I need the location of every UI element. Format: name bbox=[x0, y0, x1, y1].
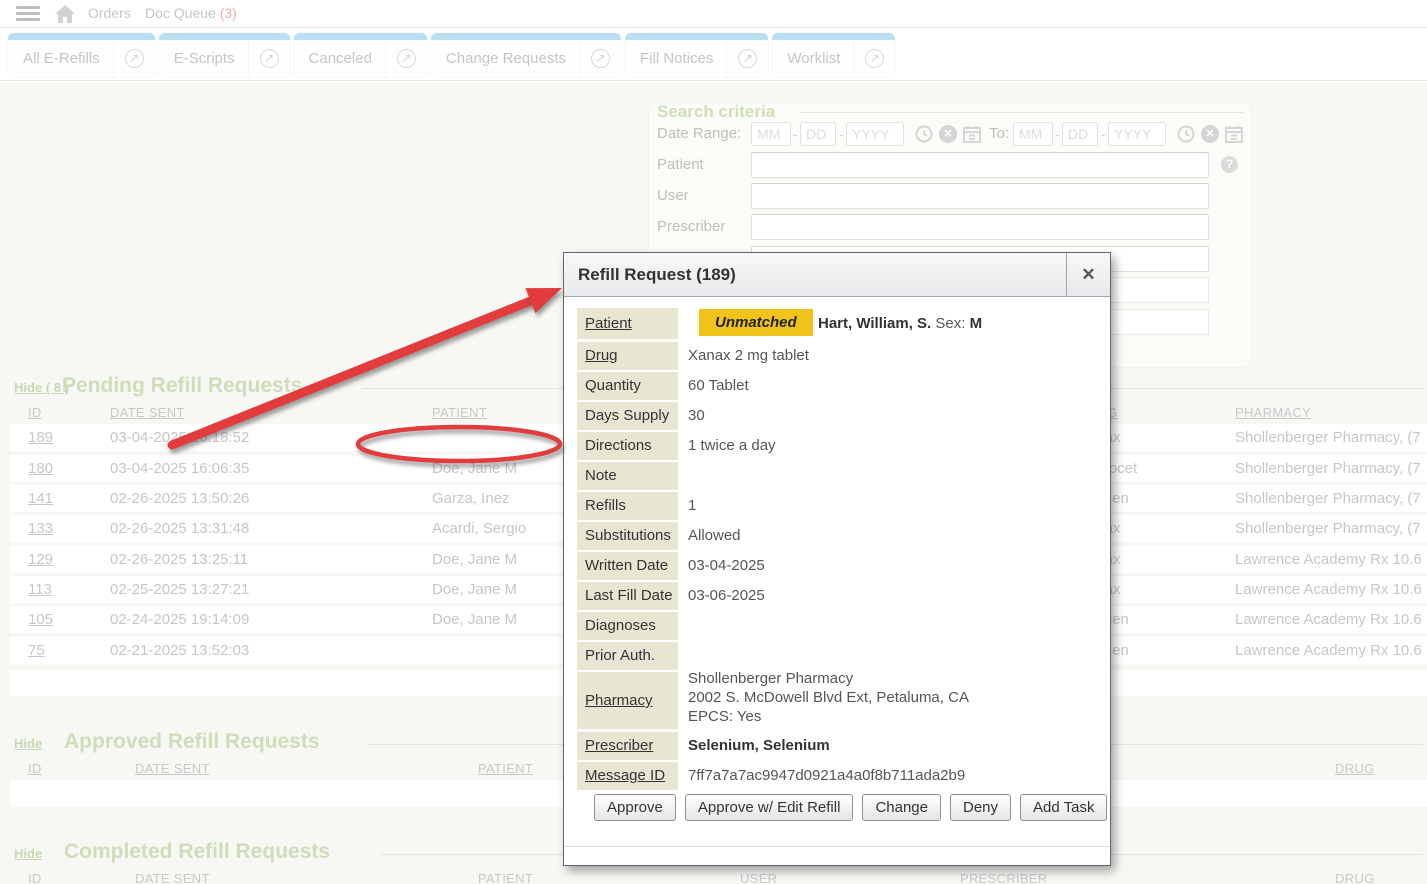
drug-label-link[interactable]: Drug bbox=[577, 342, 678, 370]
refills-value: 1 bbox=[688, 492, 696, 520]
written-date-value: 03-04-2025 bbox=[688, 552, 765, 580]
approve-edit-refill-button[interactable]: Approve w/ Edit Refill bbox=[685, 794, 854, 821]
pharmacy-name: Shollenberger Pharmacy bbox=[688, 669, 969, 688]
prescriber-label-link[interactable]: Prescriber bbox=[577, 732, 678, 760]
refill-request-dialog: Refill Request (189) ✕ Patient Unmatched… bbox=[563, 252, 1111, 866]
patient-name-text: Hart, William, S. bbox=[818, 315, 931, 332]
patient-name: Hart, William, S. Sex: M bbox=[818, 308, 982, 339]
drug-value: Xanax 2 mg tablet bbox=[688, 342, 809, 370]
page: Orders Doc Queue (3) All E-Refills ↗ E-S… bbox=[0, 0, 1427, 884]
prescriber-value: Selenium, Selenium bbox=[688, 732, 830, 760]
substitutions-value: Allowed bbox=[688, 522, 741, 550]
pharmacy-address: 2002 S. McDowell Blvd Ext, Petaluma, CA bbox=[688, 688, 969, 707]
last-fill-date-label: Last Fill Date bbox=[577, 582, 678, 610]
unmatched-badge: Unmatched bbox=[699, 309, 813, 336]
diagnoses-label: Diagnoses bbox=[577, 612, 678, 640]
pharmacy-value: Shollenberger Pharmacy 2002 S. McDowell … bbox=[688, 669, 969, 726]
quantity-label: Quantity bbox=[577, 372, 678, 400]
substitutions-label: Substitutions bbox=[577, 522, 678, 550]
dialog-title: Refill Request (189) bbox=[578, 253, 736, 297]
message-id-label-link[interactable]: Message ID bbox=[577, 762, 678, 790]
refills-label: Refills bbox=[577, 492, 678, 520]
message-id-value: 7ff7a7a7ac9947d0921a4a0f8b711ada2b9 bbox=[688, 762, 965, 790]
pharmacy-label-link[interactable]: Pharmacy bbox=[577, 672, 678, 729]
deny-button[interactable]: Deny bbox=[950, 794, 1011, 821]
sex-label: Sex: bbox=[935, 315, 965, 332]
approve-button[interactable]: Approve bbox=[594, 794, 676, 821]
last-fill-date-value: 03-06-2025 bbox=[688, 582, 765, 610]
days-supply-label: Days Supply bbox=[577, 402, 678, 430]
pharmacy-epcs: EPCS: Yes bbox=[688, 707, 969, 726]
note-label: Note bbox=[577, 462, 678, 490]
dialog-header: Refill Request (189) ✕ bbox=[564, 253, 1110, 297]
directions-label: Directions bbox=[577, 432, 678, 460]
written-date-label: Written Date bbox=[577, 552, 678, 580]
close-icon[interactable]: ✕ bbox=[1066, 253, 1110, 297]
dialog-actions: Approve Approve w/ Edit Refill Change De… bbox=[594, 794, 1107, 821]
add-task-button[interactable]: Add Task bbox=[1020, 794, 1107, 821]
dialog-footer-divider bbox=[564, 846, 1110, 847]
dialog-body: Patient Unmatched Hart, William, S. Sex:… bbox=[564, 298, 1110, 866]
directions-value: 1 twice a day bbox=[688, 432, 776, 460]
sex-value: M bbox=[970, 315, 983, 332]
days-supply-value: 30 bbox=[688, 402, 705, 430]
patient-label-link[interactable]: Patient bbox=[577, 308, 678, 339]
change-button[interactable]: Change bbox=[862, 794, 941, 821]
prior-auth-label: Prior Auth. bbox=[577, 642, 678, 670]
quantity-value: 60 Tablet bbox=[688, 372, 749, 400]
